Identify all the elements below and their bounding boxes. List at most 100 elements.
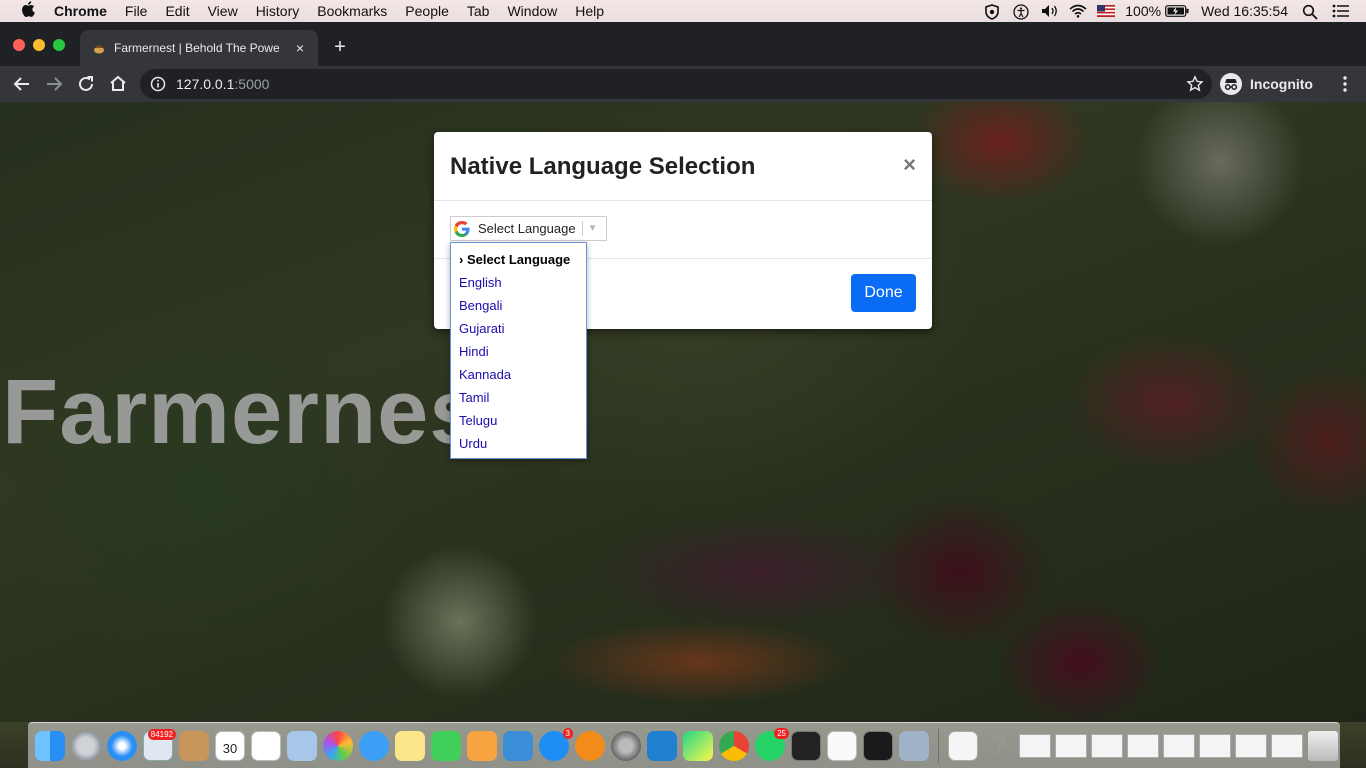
safari-icon[interactable]	[107, 730, 137, 761]
notification-center-icon[interactable]	[1332, 4, 1349, 18]
url-host: 127.0.0.1	[176, 76, 235, 92]
accessibility-icon[interactable]	[1013, 4, 1029, 20]
done-button[interactable]: Done	[851, 274, 916, 312]
language-option-tamil[interactable]: Tamil	[451, 386, 586, 409]
tab-close-icon[interactable]: ×	[292, 40, 308, 56]
app-store-icon[interactable]: 3	[539, 727, 573, 761]
language-option-urdu[interactable]: Urdu	[451, 432, 586, 455]
window-thumbnail[interactable]	[1019, 733, 1051, 758]
window-thumbnail[interactable]	[1271, 733, 1303, 758]
window-thumbnail[interactable]	[1199, 733, 1231, 758]
language-option-kannada[interactable]: Kannada	[451, 363, 586, 386]
bookmark-star-icon[interactable]	[1186, 75, 1204, 93]
desktop-strip: 84192 30 3 25 ?	[0, 722, 1366, 768]
dock-divider	[938, 728, 939, 763]
window-thumbnail[interactable]	[1091, 733, 1123, 758]
window-maximize-button[interactable]	[53, 39, 65, 51]
whatsapp-icon[interactable]: 25	[755, 727, 789, 761]
forward-arrow-icon[interactable]	[42, 72, 66, 96]
shield-icon[interactable]	[985, 4, 1001, 20]
menu-file[interactable]: File	[125, 3, 148, 19]
window-close-button[interactable]	[13, 39, 25, 51]
window-thumbnail[interactable]	[1127, 733, 1159, 758]
language-select-label: Select Language	[478, 221, 576, 236]
reload-icon[interactable]	[74, 72, 98, 96]
language-option-telugu[interactable]: Telugu	[451, 409, 586, 432]
facetime-icon[interactable]	[431, 730, 461, 761]
calendar-icon[interactable]: 30	[215, 730, 245, 761]
menu-app-name[interactable]: Chrome	[54, 3, 107, 19]
whatsapp-badge: 25	[774, 727, 789, 739]
chrome-icon[interactable]	[719, 730, 749, 761]
window-thumbnail[interactable]	[1235, 733, 1267, 758]
url-port: :5000	[234, 76, 270, 92]
site-info-icon[interactable]	[150, 76, 166, 92]
mail-icon[interactable]: 84192	[143, 728, 176, 761]
language-dropdown-menu: › Select Language English Bengali Gujara…	[450, 242, 587, 459]
window-thumbnail[interactable]	[1163, 733, 1195, 758]
menu-window[interactable]: Window	[507, 3, 557, 19]
terminal-icon[interactable]	[791, 730, 821, 761]
language-option-bengali[interactable]: Bengali	[451, 294, 586, 317]
new-tab-button[interactable]: +	[329, 36, 351, 58]
pages-icon[interactable]	[467, 730, 497, 761]
system-preferences-icon[interactable]	[611, 730, 641, 761]
reminders-icon[interactable]	[251, 730, 281, 761]
language-select[interactable]: Select Language ▼	[450, 216, 607, 241]
language-option-select[interactable]: › Select Language	[451, 248, 586, 271]
messages-icon[interactable]	[359, 730, 389, 761]
language-option-hindi[interactable]: Hindi	[451, 340, 586, 363]
keynote-icon[interactable]	[503, 730, 533, 761]
preview-icon[interactable]	[287, 730, 317, 761]
notes-icon[interactable]	[395, 730, 425, 761]
menu-people[interactable]: People	[405, 3, 449, 19]
modal-close-button[interactable]: ×	[903, 152, 916, 178]
books-icon[interactable]	[575, 730, 605, 761]
calendar-day: 30	[222, 740, 238, 756]
menu-bookmarks[interactable]: Bookmarks	[317, 3, 387, 19]
documents-folder-icon[interactable]	[948, 730, 978, 761]
help-icon[interactable]: ?	[984, 731, 1014, 761]
photos-icon[interactable]	[323, 730, 353, 761]
battery-percent[interactable]: 100%	[1125, 3, 1161, 19]
finder-icon[interactable]	[35, 730, 65, 761]
volume-icon[interactable]	[1041, 4, 1058, 18]
menu-tab[interactable]: Tab	[467, 3, 490, 19]
mail-badge: 84192	[147, 728, 176, 740]
apple-menu-icon[interactable]	[19, 1, 37, 21]
pycharm-icon[interactable]	[683, 730, 713, 761]
home-icon[interactable]	[106, 72, 130, 96]
menu-history[interactable]: History	[256, 3, 300, 19]
contacts-icon[interactable]	[179, 730, 209, 761]
activity-monitor-icon[interactable]	[863, 730, 893, 761]
menubar-clock[interactable]: Wed 16:35:54	[1201, 3, 1288, 19]
image-capture-icon[interactable]	[899, 730, 929, 761]
menu-help[interactable]: Help	[575, 3, 604, 19]
launchpad-icon[interactable]	[71, 730, 101, 761]
wifi-icon[interactable]	[1069, 4, 1087, 18]
browser-window: Farmernest | Behold The Powe × + 127.0.0…	[0, 22, 1366, 102]
incognito-label: Incognito	[1250, 76, 1313, 92]
select-separator	[581, 221, 583, 236]
menu-edit[interactable]: Edit	[165, 3, 189, 19]
window-minimize-button[interactable]	[33, 39, 45, 51]
tab-title: Farmernest | Behold The Powe	[114, 41, 280, 55]
us-flag-icon[interactable]	[1097, 4, 1116, 18]
incognito-icon	[1220, 73, 1242, 95]
language-option-english[interactable]: English	[451, 271, 586, 294]
window-thumbnail[interactable]	[1055, 733, 1087, 758]
farmernest-favicon-icon	[92, 41, 106, 55]
menu-view[interactable]: View	[208, 3, 238, 19]
textedit-icon[interactable]	[827, 730, 857, 761]
tab-strip: Farmernest | Behold The Powe × +	[0, 22, 1366, 66]
browser-tab[interactable]: Farmernest | Behold The Powe ×	[80, 30, 318, 66]
incognito-badge[interactable]: Incognito	[1220, 70, 1313, 98]
back-arrow-icon[interactable]	[10, 72, 34, 96]
more-menu-icon[interactable]	[1336, 74, 1354, 94]
vscode-icon[interactable]	[647, 730, 677, 761]
address-bar[interactable]: 127.0.0.1:5000	[140, 69, 1212, 99]
trash-icon[interactable]	[1308, 730, 1338, 761]
battery-icon[interactable]	[1165, 4, 1189, 18]
spotlight-search-icon[interactable]	[1302, 4, 1318, 20]
language-option-gujarati[interactable]: Gujarati	[451, 317, 586, 340]
